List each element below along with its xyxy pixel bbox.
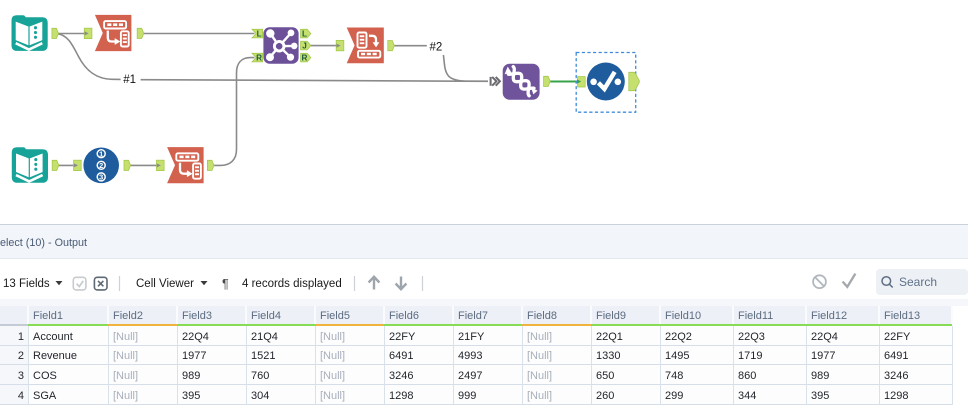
svg-text:#1: #1	[123, 74, 136, 86]
svg-text:¶: ¶	[222, 277, 229, 291]
svg-text:L: L	[302, 30, 307, 39]
svg-text:13 Fields: 13 Fields	[3, 278, 50, 290]
svg-text:1: 1	[99, 149, 103, 158]
svg-text:J: J	[302, 42, 307, 51]
svg-text:L: L	[257, 30, 262, 39]
svg-text:#2: #2	[430, 42, 443, 54]
svg-text:R: R	[302, 54, 308, 63]
svg-text:Cell Viewer: Cell Viewer	[136, 278, 194, 290]
svg-text:R: R	[256, 54, 262, 63]
svg-text:4 records displayed: 4 records displayed	[242, 278, 342, 290]
svg-text:3: 3	[99, 173, 103, 182]
svg-text:2: 2	[99, 161, 103, 170]
svg-text:Search: Search	[899, 275, 937, 289]
